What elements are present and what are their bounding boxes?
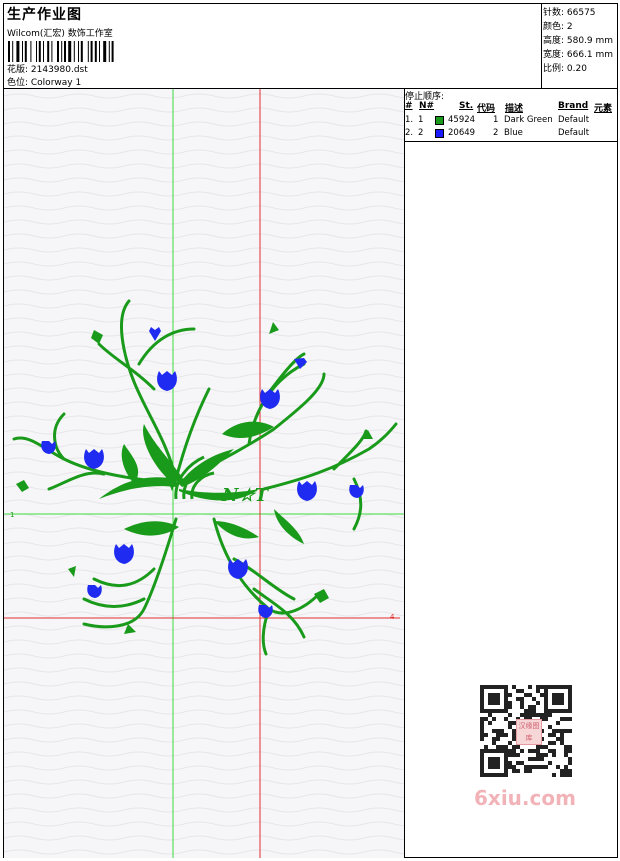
row-code: 1 [493,115,499,125]
color-count: 颜色: 2 [543,22,573,32]
design-file: 花版: 2143980.dst [7,65,88,75]
page-title: 生产作业图 [7,7,82,23]
row-index: 1. [405,115,414,125]
col-element: 元素 [594,104,613,114]
col-needle: N# [419,101,435,111]
row-brand: Default [558,115,590,125]
row-description: Dark Green [504,115,553,125]
design-width: 宽度: 666.1 mm [543,50,614,60]
row-brand: Default [558,128,590,138]
stitch-count: 针数: 66575 [543,8,596,18]
row-stitches: 45924 [448,115,476,125]
color-swatch [435,129,444,138]
col-stitches: St. [459,101,474,111]
embroidery-preview: N☆T 1 4 [4,89,404,858]
col-description: 描述 [505,104,524,114]
col-index: # [405,101,413,111]
qr-code: 汉缘图库 [470,681,582,781]
color-swatch [435,116,444,125]
row-index: 2. [405,128,414,138]
colorway: 色位: Colorway 1 [7,78,82,88]
watermark-text: 6xiu.com [474,786,576,810]
studio-name: Wilcom(汇宏) 数饰工作室 [7,29,113,39]
barcode [8,41,114,62]
canvas-divider [404,89,405,858]
stop-sequence-table: 停止顺序: # N# St. 代码 描述 Brand 元素 1. 1 45924… [405,89,618,141]
col-brand: Brand [558,101,589,111]
guide-marker: 4 [390,613,395,621]
col-code: 代码 [477,104,496,114]
design-canvas[interactable]: N☆T 1 4 [4,89,404,858]
row-code: 2 [493,128,499,138]
header-left: 生产作业图 Wilcom(汇宏) 数饰工作室 花版: 2143980.dst 色… [4,4,541,88]
row-description: Blue [504,128,523,138]
row-needle: 2 [418,128,424,138]
table-divider [405,141,618,142]
design-scale: 比例: 0.20 [543,64,587,74]
row-needle: 1 [418,115,424,125]
stats-panel: 针数: 66575 颜色: 2 高度: 580.9 mm 宽度: 666.1 m… [541,4,618,88]
design-height: 高度: 580.9 mm [543,36,614,46]
guide-marker: 1 [10,511,14,519]
row-stitches: 20649 [448,128,476,138]
stamp-logo: 汉缘图库 [516,719,542,745]
monogram: N☆T [221,485,270,506]
